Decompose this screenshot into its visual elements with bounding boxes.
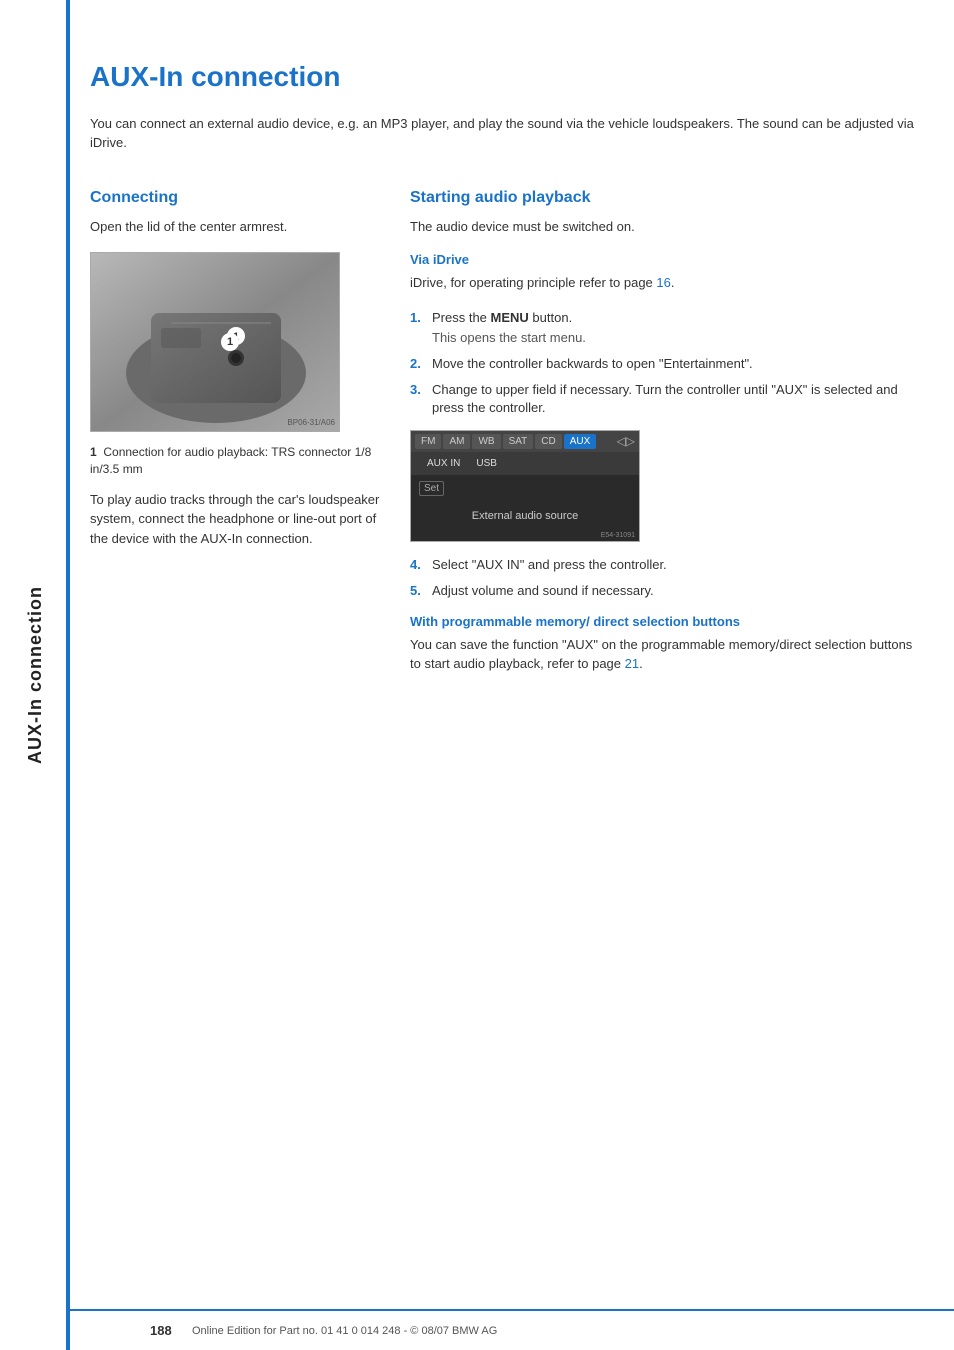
screen-body: Set xyxy=(411,475,639,502)
sidebar: AUX-In connection xyxy=(0,0,70,1350)
idrive-ref-text: iDrive, for operating principle refer to… xyxy=(410,273,914,293)
screen-external-label: External audio source xyxy=(472,500,578,532)
two-col-layout: Connecting Open the lid of the center ar… xyxy=(90,169,914,690)
step-2: 2. Move the controller backwards to open… xyxy=(410,355,914,373)
step-4-content: Select "AUX IN" and press the controller… xyxy=(432,556,914,574)
programmable-heading: With programmable memory/ direct selecti… xyxy=(410,614,914,629)
main-content: AUX-In connection You can connect an ext… xyxy=(70,0,954,1350)
programmable-text: You can save the function "AUX" on the p… xyxy=(410,635,914,674)
sidebar-label: AUX-In connection xyxy=(25,586,46,764)
step-3-num: 3. xyxy=(410,381,426,417)
screen-submenu: AUX IN USB xyxy=(411,452,639,475)
step-5: 5. Adjust volume and sound if necessary. xyxy=(410,582,914,600)
connecting-body: To play audio tracks through the car's l… xyxy=(90,490,380,549)
caption-number: 1 xyxy=(90,445,97,459)
steps-list: 1. Press the MENU button. This opens the… xyxy=(410,309,914,418)
starting-heading: Starting audio playback xyxy=(410,189,914,207)
screen-tab-am: AM xyxy=(443,434,470,449)
step-3: 3. Change to upper field if necessary. T… xyxy=(410,381,914,417)
step-4-num: 4. xyxy=(410,556,426,574)
car-image-inner: 1 BP06-31/A06 xyxy=(91,253,339,431)
caption: 1 Connection for audio playback: TRS con… xyxy=(90,444,380,478)
left-column: Connecting Open the lid of the center ar… xyxy=(90,169,380,690)
idrive-page-ref[interactable]: 16 xyxy=(656,275,670,290)
step-2-content: Move the controller backwards to open "E… xyxy=(432,355,914,373)
screen-set-button: Set xyxy=(419,481,444,496)
caption-text: Connection for audio playback: TRS conne… xyxy=(90,445,371,476)
footer-page-number: 188 xyxy=(150,1323,180,1338)
page-title: AUX-In connection xyxy=(90,60,914,94)
screen-center: External audio source xyxy=(411,502,639,530)
step-3-content: Change to upper field if necessary. Turn… xyxy=(432,381,914,417)
step-1-sub: This opens the start menu. xyxy=(432,329,914,347)
image-watermark: BP06-31/A06 xyxy=(287,418,335,427)
screen-image: FM AM WB SAT CD AUX ◁▷ AUX IN USB xyxy=(410,430,640,542)
steps-list-2: 4. Select "AUX IN" and press the control… xyxy=(410,556,914,600)
step-5-content: Adjust volume and sound if necessary. xyxy=(432,582,914,600)
screen-tab-sat: SAT xyxy=(503,434,534,449)
programmable-text-before: You can save the function "AUX" on the p… xyxy=(410,637,912,672)
idrive-text-after: . xyxy=(671,275,675,290)
intro-text: You can connect an external audio device… xyxy=(90,114,914,153)
starting-intro: The audio device must be switched on. xyxy=(410,217,914,237)
right-column: Starting audio playback The audio device… xyxy=(410,169,914,690)
screen-tab-icon: ◁▷ xyxy=(617,434,635,448)
footer-text: Online Edition for Part no. 01 41 0 014 … xyxy=(192,1325,497,1337)
screen-submenu-auxin: AUX IN xyxy=(419,456,468,471)
step-1-num: 1. xyxy=(410,309,426,347)
screen-tab-aux: AUX xyxy=(564,434,597,449)
step-5-num: 5. xyxy=(410,582,426,600)
via-idrive-heading: Via iDrive xyxy=(410,252,914,267)
idrive-text-before: iDrive, for operating principle refer to… xyxy=(410,275,656,290)
page-container: AUX-In connection AUX-In connection You … xyxy=(0,0,954,1350)
car-interior-svg: 1 xyxy=(91,253,340,432)
screen-tab-wb: WB xyxy=(472,434,500,449)
footer: 188 Online Edition for Part no. 01 41 0 … xyxy=(70,1309,954,1350)
screen-tabs: FM AM WB SAT CD AUX ◁▷ xyxy=(411,431,639,452)
step-4: 4. Select "AUX IN" and press the control… xyxy=(410,556,914,574)
step-1: 1. Press the MENU button. This opens the… xyxy=(410,309,914,347)
connecting-heading: Connecting xyxy=(90,189,380,207)
svg-text:1: 1 xyxy=(233,331,239,343)
screen-tab-fm: FM xyxy=(415,434,441,449)
menu-bold: MENU xyxy=(491,310,529,325)
programmable-text-after: . xyxy=(639,656,643,671)
screen-submenu-usb: USB xyxy=(468,456,505,471)
car-image: 1 BP06-31/A06 xyxy=(90,252,340,432)
step-1-content: Press the MENU button. This opens the st… xyxy=(432,309,914,347)
screen-tab-cd: CD xyxy=(535,434,561,449)
programmable-page-ref[interactable]: 21 xyxy=(625,656,639,671)
connecting-text: Open the lid of the center armrest. xyxy=(90,217,380,237)
step-2-num: 2. xyxy=(410,355,426,373)
